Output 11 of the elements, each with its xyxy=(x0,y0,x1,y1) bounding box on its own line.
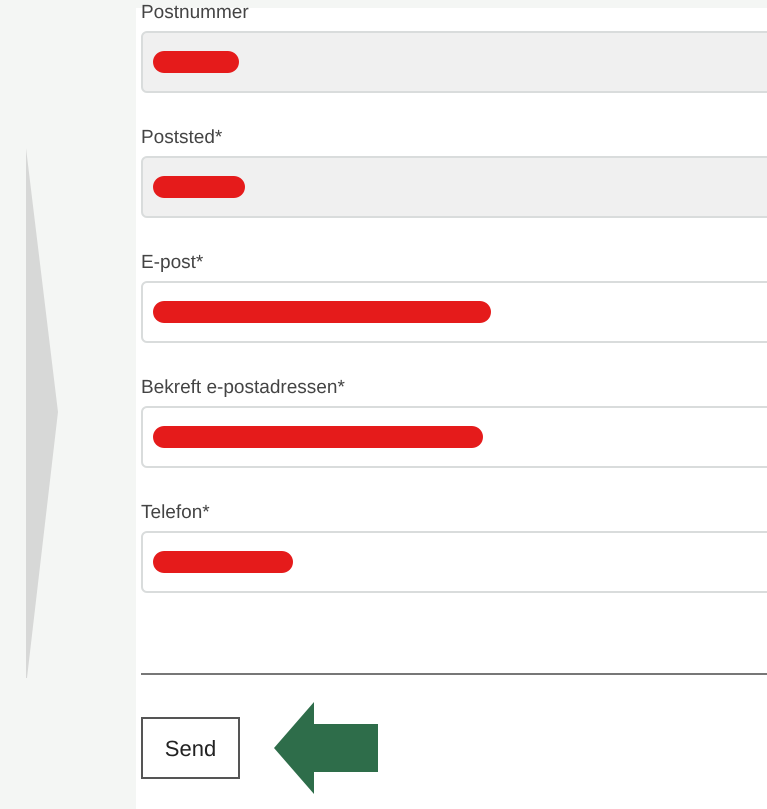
left-arrow-icon xyxy=(274,702,378,794)
send-button[interactable]: Send xyxy=(141,717,240,779)
field-label: Postnummer xyxy=(141,2,250,24)
text-field[interactable] xyxy=(141,281,767,343)
field-label: Bekreft e-postadressen* xyxy=(141,377,346,399)
field-label: E-post* xyxy=(141,252,204,274)
text-field[interactable] xyxy=(141,406,767,468)
arrow-shape-icon xyxy=(24,148,60,678)
field-label: Poststed* xyxy=(141,127,224,149)
text-field[interactable] xyxy=(141,531,767,593)
field-label: Telefon* xyxy=(141,502,211,524)
